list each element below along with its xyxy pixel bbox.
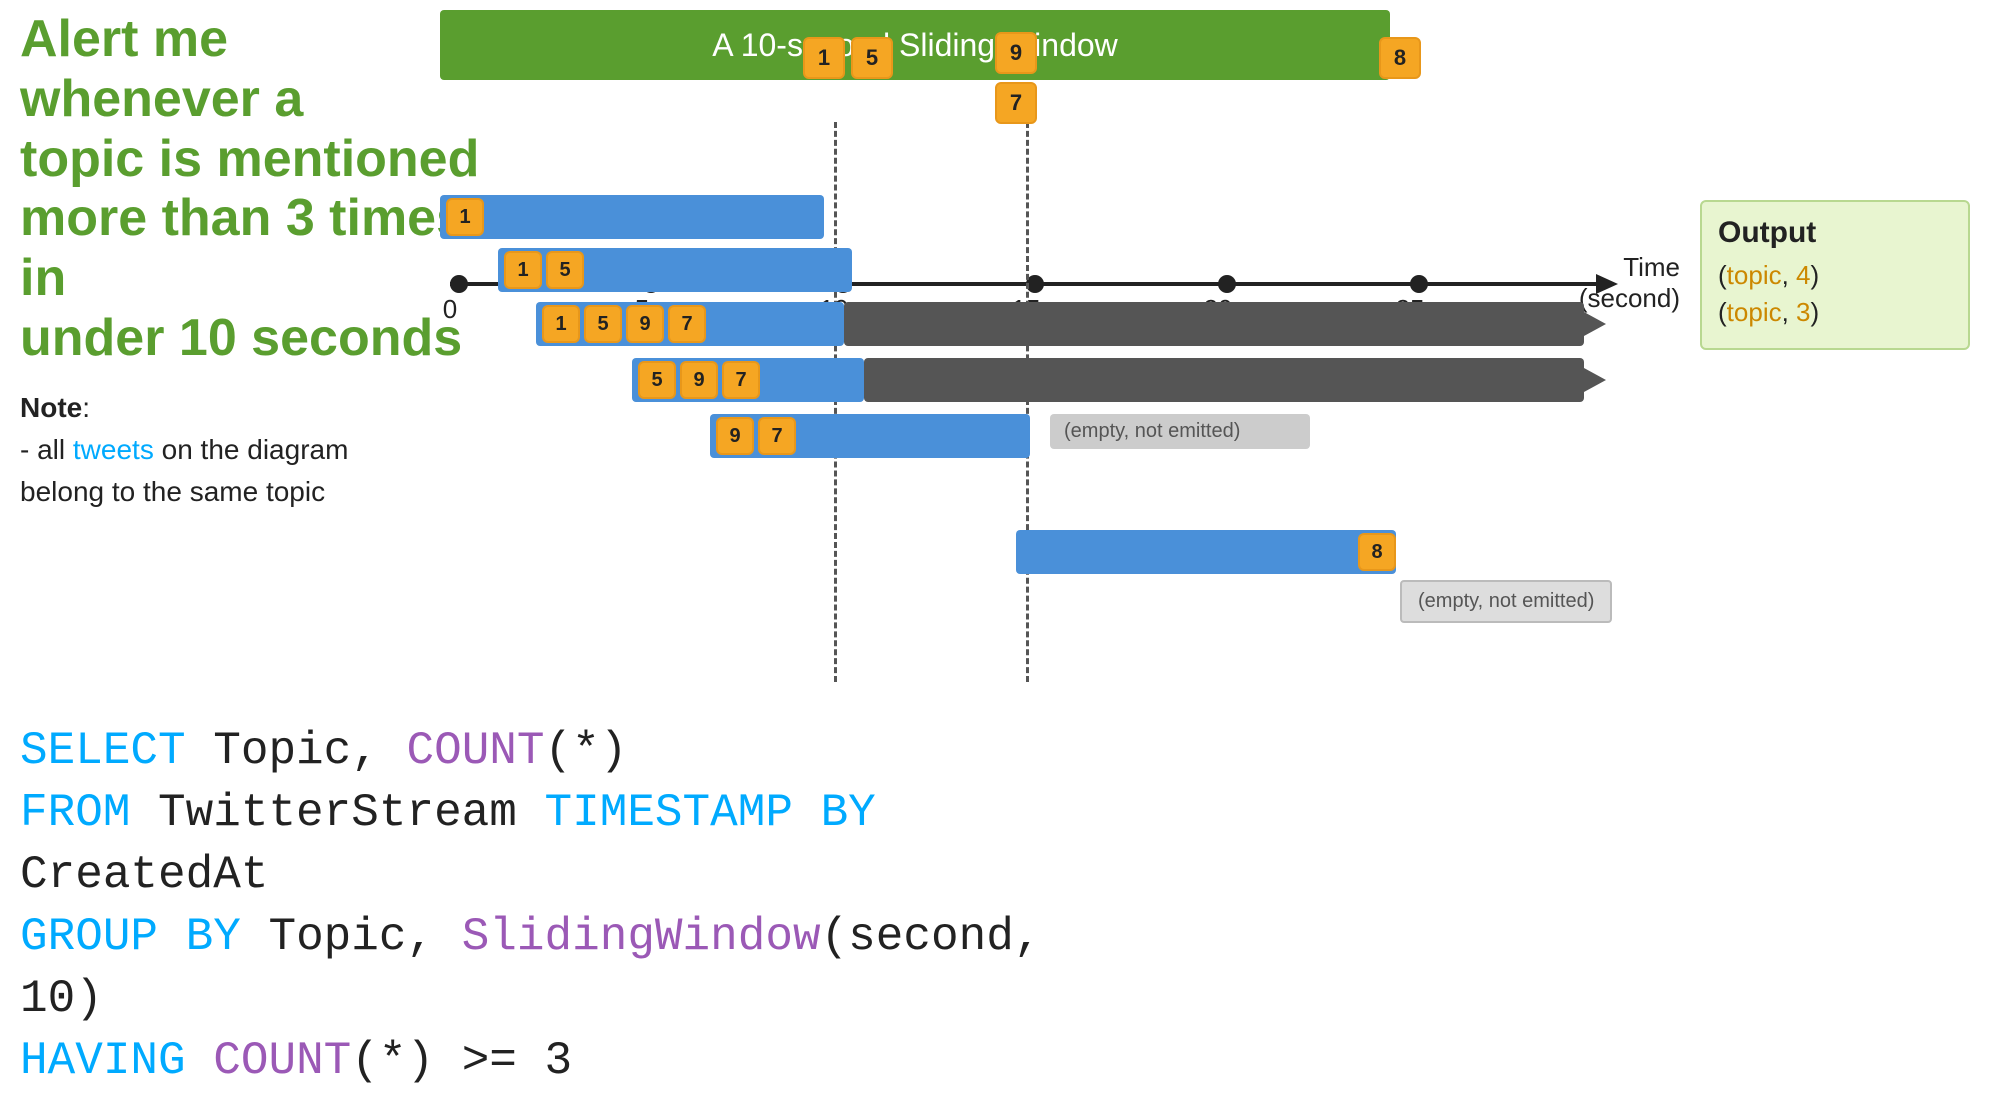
- bar-3-arrow: [1584, 312, 1606, 336]
- kw-by-2: BY: [186, 911, 241, 963]
- badge-b6-8: 8: [1358, 533, 1396, 571]
- sql-line-4: HAVING COUNT(*) >= 3: [20, 1030, 1120, 1092]
- window-bar-3-ext: [844, 302, 1584, 346]
- badge-b2-1: 1: [504, 251, 542, 289]
- left-panel: Alert me whenever a topic is mentioned m…: [20, 10, 480, 513]
- tl-dot-0: [450, 275, 468, 293]
- alert-line4: under 10 seconds: [20, 309, 462, 367]
- window-bar-4-ext: [864, 358, 1584, 402]
- output-topic-2: topic: [1727, 297, 1782, 327]
- event-badge-1: 1: [803, 37, 845, 79]
- kw-count-1: COUNT: [406, 725, 544, 777]
- time-label: Time(second): [1579, 252, 1680, 314]
- window-bar-2: 1 5: [498, 248, 852, 292]
- sql-line-3: GROUP BY Topic, SlidingWindow(second, 10…: [20, 906, 1120, 1030]
- window-bar-4: 5 9 7: [632, 358, 864, 402]
- output-title: Output: [1718, 216, 1952, 250]
- alert-line3: more than 3 times in: [20, 189, 465, 307]
- event-badge-9-top: 9: [995, 32, 1037, 74]
- event-badge-8-top: 8: [1379, 37, 1421, 79]
- alert-line2: topic is mentioned: [20, 130, 479, 188]
- badge-b4-7: 7: [722, 361, 760, 399]
- bar-4-arrow: [1584, 368, 1606, 392]
- badge-b3-5: 5: [584, 305, 622, 343]
- header-bar: A 10-second Sliding Window: [440, 10, 1390, 80]
- kw-by-1: BY: [821, 787, 876, 839]
- output-num-2: 3: [1796, 297, 1810, 327]
- badge-b2-5: 5: [546, 251, 584, 289]
- output-item-2: (topic, 3): [1718, 297, 1952, 328]
- note-label: Note: [20, 392, 82, 423]
- badge-b5-9: 9: [716, 417, 754, 455]
- header-title: A 10-second Sliding Window: [712, 27, 1118, 64]
- event-badge-5: 5: [851, 37, 893, 79]
- badge-b4-9: 9: [680, 361, 718, 399]
- output-item-1: (topic, 4): [1718, 260, 1952, 291]
- kw-select: SELECT: [20, 725, 186, 777]
- dashed-line-10: [834, 122, 837, 682]
- kw-from: FROM: [20, 787, 130, 839]
- badge-b3-7: 7: [668, 305, 706, 343]
- empty-label-1: (empty, not emitted): [1050, 414, 1310, 449]
- diagram-area: A 10-second Sliding Window Time(second) …: [430, 0, 1970, 700]
- window-bar-1: 1: [440, 195, 824, 239]
- sql-section: SELECT Topic, COUNT(*) FROM TwitterStrea…: [20, 720, 1120, 1093]
- badge-b3-9: 9: [626, 305, 664, 343]
- badge-b3-1: 1: [542, 305, 580, 343]
- alert-text: Alert me whenever a topic is mentioned m…: [20, 10, 480, 369]
- kw-timestamp: TIMESTAMP: [545, 787, 793, 839]
- tl-dot-20: [1218, 275, 1236, 293]
- alert-line1: Alert me whenever a: [20, 10, 303, 128]
- window-bar-6: 8: [1016, 530, 1396, 574]
- kw-having: HAVING: [20, 1035, 186, 1087]
- badge-b1-1: 1: [446, 198, 484, 236]
- kw-group: GROUP: [20, 911, 158, 963]
- sql-line-2: FROM TwitterStream TIMESTAMP BY CreatedA…: [20, 782, 1120, 906]
- badge-b4-5: 5: [638, 361, 676, 399]
- kw-sliding: SlidingWindow: [462, 911, 821, 963]
- empty-label-2: (empty, not emitted): [1400, 580, 1612, 623]
- event-badge-7-top: 7: [995, 82, 1037, 124]
- tl-dot-25: [1410, 275, 1428, 293]
- output-topic-1: topic: [1727, 260, 1782, 290]
- dashed-line-15: [1026, 122, 1029, 682]
- output-num-1: 4: [1796, 260, 1810, 290]
- badge-b5-7: 7: [758, 417, 796, 455]
- kw-count-2: COUNT: [213, 1035, 351, 1087]
- window-bar-5: 9 7: [710, 414, 1030, 458]
- tl-label-0: 0: [443, 294, 457, 325]
- window-bar-3: 1 5 9 7: [536, 302, 844, 346]
- note-section: Note: - all tweets on the diagrambelong …: [20, 387, 480, 513]
- tweets-word: tweets: [73, 434, 154, 465]
- output-panel: Output (topic, 4) (topic, 3): [1700, 200, 1970, 350]
- sql-line-1: SELECT Topic, COUNT(*): [20, 720, 1120, 782]
